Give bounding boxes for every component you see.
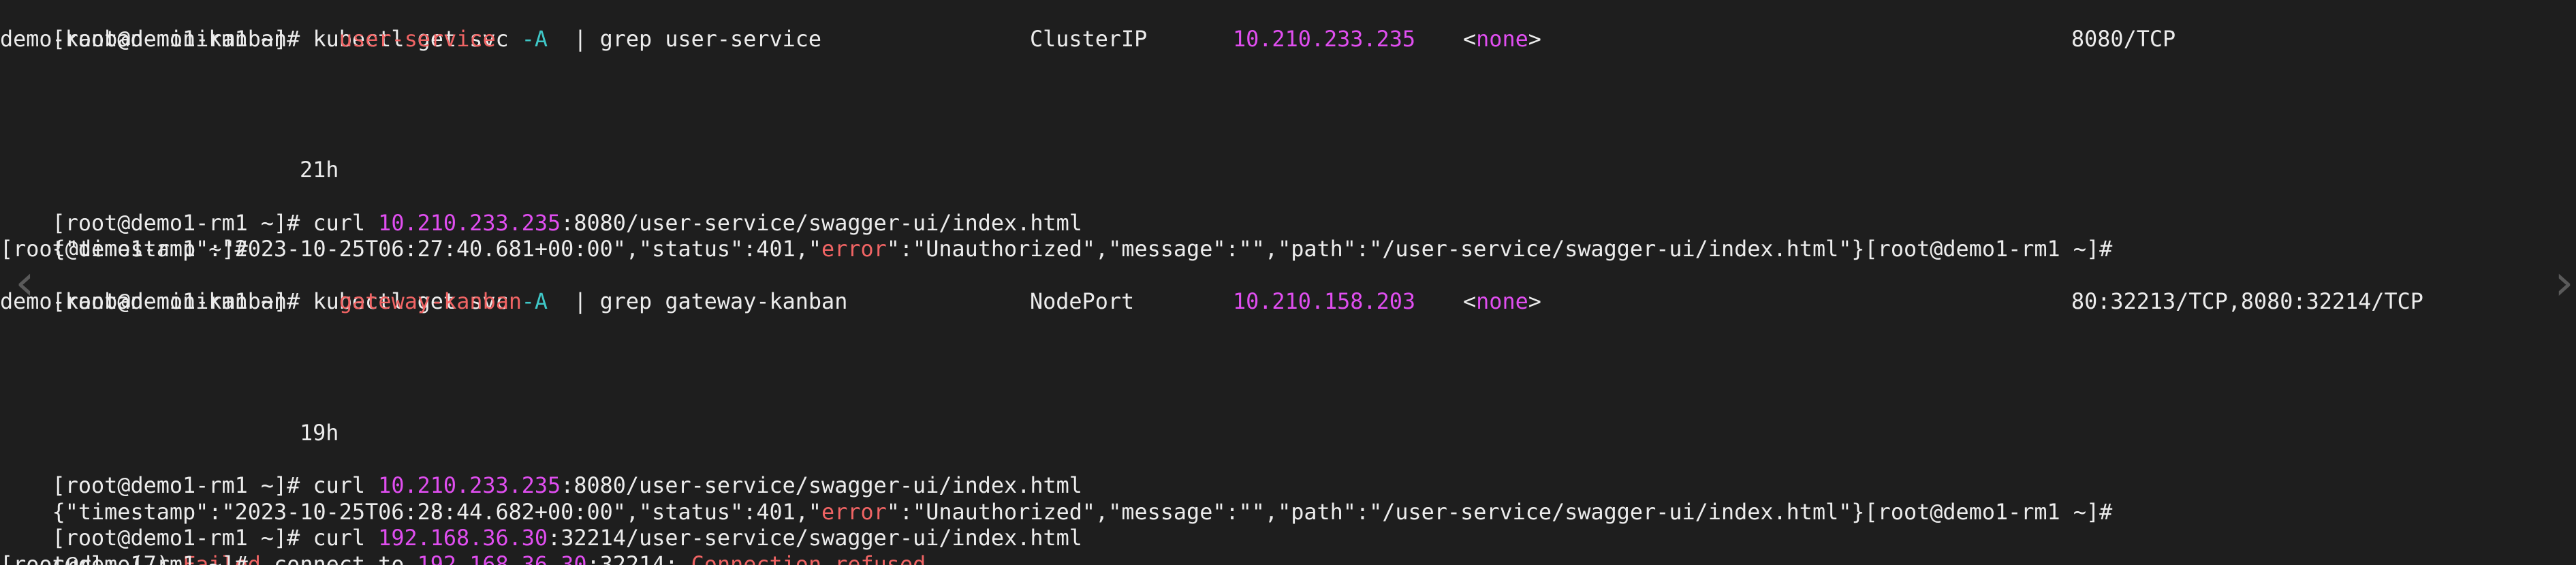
- svc-age: 21h: [300, 157, 339, 183]
- prompt: [root@demo1-rm1 ~]#: [1864, 499, 2113, 525]
- ip-address: 192.168.36.30: [417, 551, 587, 565]
- terminal-window[interactable]: [root@demo1-rm1 ~]# kubectl get svc -A |…: [0, 0, 2576, 565]
- terminal-line-cmd5: [root@demo1-rm1 ~]# curl 10.210.233.235:…: [0, 447, 1082, 498]
- error-key: error: [821, 236, 887, 262]
- terminal-line-svc2: demo-kanban-minikanban gateway-kanban No…: [0, 289, 2576, 316]
- response-text: ":"Unauthorized","message":"","path":"/u…: [886, 236, 1865, 262]
- response-text: :32214;: [586, 551, 691, 565]
- error-refused: Connection refused: [691, 551, 926, 565]
- svc-ports: 80:32213/TCP,8080:32214/TCP: [2071, 289, 2423, 314]
- svc-external-ip: <none>: [1463, 26, 1541, 52]
- terminal-line-cmd4: [root@demo1-rm1 ~]# kubectl get svc -A |…: [0, 263, 848, 314]
- svc-namespace: demo-kanban-minikanban: [0, 289, 287, 314]
- terminal-line-prompt: [root@demo1-rm1 ~]#: [0, 236, 248, 262]
- svc-type: NodePort: [1030, 289, 1135, 314]
- chevron-right-icon[interactable]: ›: [2554, 258, 2574, 307]
- terminal-line-partial: [root@demo1-rm1 ~]#: [0, 551, 248, 565]
- terminal-line-resp3: curl: (7) Failed connect to 192.168.36.3…: [0, 525, 926, 565]
- svc-namespace: demo-kanban-minikanban: [0, 26, 287, 52]
- none-value: none: [1476, 289, 1528, 314]
- terminal-line-resp1: {"timestamp":"2023-10-25T06:27:40.681+00…: [0, 211, 2113, 262]
- svc-name: user-service: [339, 26, 496, 52]
- terminal-line-resp2: {"timestamp":"2023-10-25T06:28:44.682+00…: [0, 473, 2113, 525]
- svc-age: 19h: [300, 421, 339, 446]
- svc-type: ClusterIP: [1030, 26, 1148, 52]
- svc-ports: 8080/TCP: [2071, 26, 2176, 52]
- terminal-line-svc1: demo-kanban-minikanban user-service Clus…: [0, 27, 2576, 53]
- none-value: none: [1476, 26, 1528, 52]
- svc-cluster-ip: 10.210.233.235: [1233, 26, 1416, 52]
- terminal-line-cmd1: [root@demo1-rm1 ~]# kubectl get svc -A |…: [0, 0, 821, 52]
- terminal-line-cmd2: [root@demo1-rm1 ~]# curl 10.210.233.235:…: [0, 184, 1082, 236]
- terminal-line-cmd6: [root@demo1-rm1 ~]# curl 192.168.36.30:3…: [0, 500, 1082, 551]
- svc-cluster-ip: 10.210.158.203: [1233, 289, 1416, 314]
- svc-external-ip: <none>: [1463, 289, 1541, 314]
- svc-name: gateway-kanban: [339, 289, 522, 314]
- response-text: connect to: [260, 551, 418, 565]
- chevron-left-icon[interactable]: ‹: [15, 258, 35, 307]
- prompt: [root@demo1-rm1 ~]#: [1864, 236, 2113, 262]
